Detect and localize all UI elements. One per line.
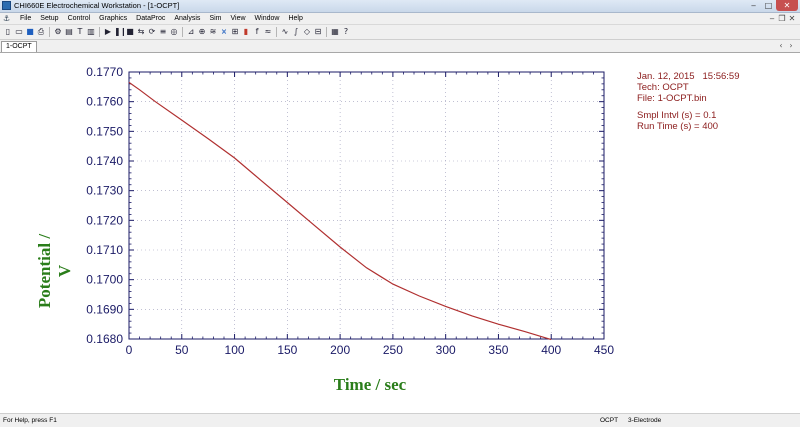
cell-icon[interactable]: ◎ bbox=[169, 27, 179, 37]
technique-icon[interactable]: ⚙ bbox=[53, 27, 63, 37]
reverse-icon[interactable]: ⇆ bbox=[136, 27, 146, 37]
menu-help[interactable]: Help bbox=[284, 13, 307, 24]
overlay-icon[interactable]: ≋ bbox=[208, 27, 218, 37]
graph-window: 0 50 100 150 200 250 300 350 400 450 0.1770 0.1760 0… bbox=[0, 53, 800, 413]
info-run-time: Run Time (s) = 400 bbox=[637, 121, 719, 132]
font-icon[interactable]: f bbox=[252, 27, 262, 37]
x-tick-label: 250 bbox=[383, 343, 403, 357]
y-axis-label: Potential / V bbox=[35, 233, 74, 309]
y-tick-label: 0.1760 bbox=[86, 95, 123, 109]
window-controls: ‒ □ ✕ bbox=[746, 0, 798, 12]
info-sampling-interval: Smpl Intvl (s) = 0.1 bbox=[637, 110, 717, 121]
doc-minimize-button[interactable]: ‒ bbox=[767, 13, 777, 24]
y-tick-label: 0.1720 bbox=[86, 213, 123, 227]
info-time: 15:56:59 bbox=[702, 71, 740, 82]
doc-close-button[interactable]: ✕ bbox=[787, 13, 797, 24]
color-icon[interactable]: ▮ bbox=[241, 27, 251, 37]
ir-comp-icon[interactable]: ≡ bbox=[158, 27, 168, 37]
document-window-controls: ‒ ❐ ✕ bbox=[767, 13, 797, 24]
baseline-icon[interactable]: ⊟ bbox=[313, 27, 323, 37]
x-tick-label: 450 bbox=[594, 343, 614, 357]
help-icon[interactable]: ? bbox=[341, 27, 351, 37]
tab-scroll-left-icon[interactable]: ‹ bbox=[776, 40, 786, 52]
status-help-text: For Help, press F1 bbox=[3, 417, 57, 424]
x-tick-label: 350 bbox=[488, 343, 508, 357]
fourier-icon[interactable]: ◇ bbox=[302, 27, 312, 37]
new-file-icon[interactable]: ▯ bbox=[3, 27, 13, 37]
parameters-icon[interactable]: ▤ bbox=[64, 27, 74, 37]
print-icon[interactable]: ⎙ bbox=[36, 27, 46, 37]
y-tick-label: 0.1690 bbox=[86, 302, 123, 316]
menu-window[interactable]: Window bbox=[251, 13, 285, 24]
pause-icon[interactable]: ❚❚ bbox=[114, 27, 124, 37]
graph-icon[interactable]: ⊿ bbox=[186, 27, 196, 37]
integrate-icon[interactable]: ∫ bbox=[291, 27, 301, 37]
x-tick-label: 50 bbox=[175, 343, 189, 357]
repeat-icon[interactable]: ⟳ bbox=[147, 27, 157, 37]
smooth-icon[interactable]: ≈ bbox=[263, 27, 273, 37]
status-bar: For Help, press F1 OCPT 3-Electrode bbox=[0, 413, 800, 427]
tab-1-ocpt[interactable]: 1-OCPT bbox=[1, 41, 37, 52]
run-icon[interactable]: ▶ bbox=[103, 27, 113, 37]
status-technique: OCPT bbox=[600, 417, 619, 424]
info-icon[interactable]: ▥ bbox=[86, 27, 96, 37]
info-tech: Tech: OCPT bbox=[637, 82, 689, 93]
window-title: CHI660E Electrochemical Workstation - [1… bbox=[14, 1, 180, 10]
peak-icon[interactable]: ⩙ bbox=[219, 27, 229, 37]
menu-bar: ⚓ File Setup Control Graphics DataProc A… bbox=[0, 13, 800, 25]
menu-sim[interactable]: Sim bbox=[205, 13, 226, 24]
open-folder-icon[interactable]: ▭ bbox=[14, 27, 24, 37]
info-date: Jan. 12, 2015 bbox=[637, 71, 695, 82]
y-tick-label: 0.1770 bbox=[86, 65, 123, 79]
menu-setup[interactable]: Setup bbox=[36, 13, 63, 24]
save-icon[interactable]: ■ bbox=[25, 27, 35, 37]
title-bar: CHI660E Electrochemical Workstation - [1… bbox=[0, 0, 800, 13]
tab-scroll-right-icon[interactable]: › bbox=[786, 40, 796, 52]
y-tick-label: 0.1710 bbox=[86, 243, 123, 257]
menu-analysis[interactable]: Analysis bbox=[170, 13, 205, 24]
zoom-icon[interactable]: ⊕ bbox=[197, 27, 207, 37]
x-tick-label: 200 bbox=[330, 343, 350, 357]
derivative-icon[interactable]: ∿ bbox=[280, 27, 290, 37]
x-tick-label: 300 bbox=[436, 343, 456, 357]
x-tick-label: 400 bbox=[541, 343, 561, 357]
menu-control[interactable]: Control bbox=[64, 13, 96, 24]
doc-restore-button[interactable]: ❐ bbox=[777, 13, 787, 24]
x-tick-label: 100 bbox=[225, 343, 245, 357]
info-file: File: 1-OCPT.bin bbox=[637, 93, 707, 104]
close-button[interactable]: ✕ bbox=[776, 0, 798, 11]
document-system-icon[interactable]: ⚓ bbox=[2, 14, 11, 23]
y-tick-label: 0.1700 bbox=[86, 273, 123, 287]
tab-navigation: ‹ › bbox=[776, 40, 796, 52]
y-tick-label: 0.1750 bbox=[86, 124, 123, 138]
plot-frame bbox=[128, 71, 605, 340]
y-tick-label: 0.1680 bbox=[86, 332, 123, 346]
y-tick-label: 0.1740 bbox=[86, 154, 123, 168]
maximize-button[interactable]: □ bbox=[761, 0, 776, 11]
text-icon[interactable]: T bbox=[75, 27, 85, 37]
menu-dataproc[interactable]: DataProc bbox=[132, 13, 170, 24]
report-icon[interactable]: ▦ bbox=[330, 27, 340, 37]
document-tab-strip: 1-OCPT ‹ › bbox=[0, 40, 800, 53]
graph-options-icon[interactable]: ⊞ bbox=[230, 27, 240, 37]
menu-view[interactable]: View bbox=[227, 13, 251, 24]
menu-graphics[interactable]: Graphics bbox=[95, 13, 132, 24]
app-icon bbox=[2, 1, 11, 10]
x-axis-label: Time / sec bbox=[333, 375, 407, 394]
status-electrode: 3-Electrode bbox=[628, 417, 662, 424]
info-datetime: Jan. 12, 2015 15:56:59 bbox=[637, 71, 739, 82]
x-tick-label: 0 bbox=[126, 343, 133, 357]
y-tick-label: 0.1730 bbox=[86, 184, 123, 198]
x-tick-label: 150 bbox=[277, 343, 297, 357]
stop-icon[interactable]: ■ bbox=[125, 27, 135, 37]
experiment-info: Jan. 12, 2015 15:56:59 Tech: OCPT File: … bbox=[637, 71, 739, 132]
minimize-button[interactable]: ‒ bbox=[746, 0, 761, 11]
menu-file[interactable]: File bbox=[16, 13, 36, 24]
toolbar: ▯ ▭ ■ ⎙ ⚙ ▤ T ▥ ▶ ❚❚ ■ ⇆ ⟳ ≡ ◎ ⊿ ⊕ ≋ ⩙ ⊞… bbox=[0, 25, 800, 40]
